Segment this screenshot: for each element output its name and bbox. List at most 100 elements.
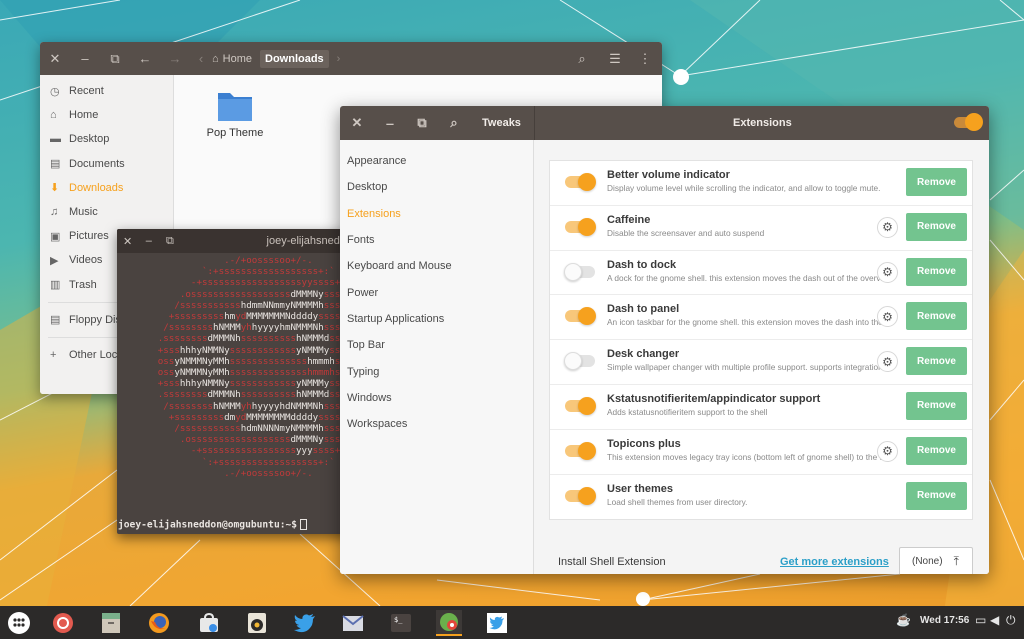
search-icon[interactable]: ⌕ <box>438 107 470 140</box>
back-arrow-icon[interactable]: ← <box>130 42 160 75</box>
nav-item[interactable]: Windows <box>340 385 533 411</box>
terminal-icon[interactable]: $_ <box>388 610 414 636</box>
remove-button[interactable]: Remove <box>906 436 967 465</box>
chrome-icon[interactable] <box>50 610 76 636</box>
volume-icon[interactable]: ◀ <box>990 613 999 627</box>
twitter-icon[interactable] <box>292 610 318 636</box>
extension-description: An icon taskbar for the gnome shell. thi… <box>607 317 892 328</box>
maximize-icon[interactable]: ⧉ <box>100 42 130 75</box>
extension-toggle[interactable] <box>565 307 596 326</box>
terminal-prompt[interactable]: joey-elijahsneddon@omgubuntu:~$ <box>118 519 308 531</box>
nav-item[interactable]: Appearance <box>340 148 533 174</box>
sidebar-item-label: Downloads <box>69 181 124 194</box>
minimize-icon[interactable]: ‒ <box>374 107 406 140</box>
software-store-icon[interactable] <box>196 610 222 636</box>
remove-button[interactable]: Remove <box>906 347 967 376</box>
extension-row: User themes Load shell themes from user d… <box>550 475 972 520</box>
search-icon[interactable]: ⌕ <box>567 42 597 75</box>
remove-button[interactable]: Remove <box>906 391 967 420</box>
desktop-folder-icon: ▬ <box>50 133 61 146</box>
weather-icon[interactable]: ☕ <box>896 613 911 627</box>
sidebar-item[interactable]: ⬇ Downloads <box>40 176 173 200</box>
minimize-icon[interactable]: ‒ <box>138 229 159 253</box>
apps-grid-icon[interactable] <box>6 610 32 636</box>
extension-row: Dash to dock A dock for the gnome shell. … <box>550 251 972 296</box>
power-icon[interactable]: ⏻ <box>1006 613 1016 628</box>
extension-toggle[interactable] <box>565 173 596 191</box>
breadcrumb-current[interactable]: Downloads <box>260 49 329 68</box>
extension-row: Dash to panel An icon taskbar for the gno… <box>550 295 972 341</box>
breadcrumb-right-icon[interactable]: › <box>337 53 341 65</box>
sidebar-item-label: Documents <box>69 157 125 170</box>
settings-gear-icon[interactable]: ⚙ <box>877 306 898 328</box>
remove-button[interactable]: Remove <box>906 302 967 331</box>
toggle-knob <box>578 217 596 236</box>
maximize-icon[interactable]: ⧉ <box>159 229 180 253</box>
screen-icon[interactable]: ▭ <box>975 613 986 627</box>
toggle-knob <box>564 262 582 281</box>
settings-gear-icon[interactable]: ⚙ <box>877 440 898 462</box>
breadcrumb-left-icon[interactable]: ‹ <box>190 42 212 75</box>
sidebar-item[interactable]: ▤ Documents <box>40 152 173 176</box>
extensions-master-toggle[interactable] <box>954 113 983 131</box>
menu-icon[interactable]: ⋮ <box>630 42 660 75</box>
tweaks-icon[interactable] <box>436 610 462 636</box>
extension-toggle[interactable] <box>565 396 596 415</box>
trash-icon: ▥ <box>50 279 61 292</box>
settings-gear-icon[interactable]: ⚙ <box>877 351 898 373</box>
clock[interactable]: Wed 17:56 <box>920 615 969 626</box>
nav-item[interactable]: Startup Applications <box>340 306 533 332</box>
floppy-icon: ▤ <box>50 314 61 327</box>
sidebar-item[interactable]: ◷ Recent <box>40 79 173 103</box>
breadcrumb-home[interactable]: Home <box>223 53 252 65</box>
toggle-knob <box>578 396 596 415</box>
nav-item[interactable]: Typing <box>340 358 533 384</box>
extension-name: Caffeine <box>607 213 651 226</box>
twitter-alt-icon[interactable] <box>484 610 510 636</box>
toggle-knob <box>578 486 596 505</box>
remove-button[interactable]: Remove <box>906 481 967 510</box>
forward-arrow-icon[interactable]: → <box>160 42 190 75</box>
nav-item[interactable]: Workspaces <box>340 411 533 437</box>
nav-item[interactable]: Fonts <box>340 227 533 253</box>
nav-item[interactable]: Keyboard and Mouse <box>340 253 533 279</box>
extension-description: Simple wallpaper changer with multiple p… <box>607 362 886 373</box>
install-file-chooser[interactable]: (None) ⤒ <box>899 547 973 574</box>
get-more-extensions-link[interactable]: Get more extensions <box>780 556 889 568</box>
firefox-icon[interactable] <box>146 610 172 636</box>
plus-icon: + <box>50 348 57 361</box>
sidebar-item[interactable]: ▬ Desktop <box>40 127 173 151</box>
extension-toggle[interactable] <box>565 486 596 505</box>
rhythmbox-icon[interactable] <box>244 610 270 636</box>
toggle-knob <box>564 352 582 371</box>
close-icon[interactable]: ✕ <box>40 42 70 75</box>
remove-button[interactable]: Remove <box>906 212 967 241</box>
sidebar-item[interactable]: ♫ Music <box>40 200 173 224</box>
files-icon[interactable] <box>98 610 124 636</box>
remove-button[interactable]: Remove <box>906 168 967 196</box>
minimize-icon[interactable]: ‒ <box>70 42 100 75</box>
nav-item[interactable]: Top Bar <box>340 332 533 358</box>
folder-item[interactable]: Pop Theme <box>191 87 279 139</box>
upload-icon: ⤒ <box>953 554 959 568</box>
nav-item[interactable]: Power <box>340 279 533 305</box>
settings-gear-icon[interactable]: ⚙ <box>877 261 898 283</box>
extension-toggle[interactable] <box>564 352 595 371</box>
nav-item[interactable]: Extensions <box>340 201 533 227</box>
extension-row: Topicons plus This extension moves legacy… <box>550 430 972 475</box>
music-icon: ♫ <box>50 206 59 219</box>
settings-gear-icon[interactable]: ⚙ <box>877 216 898 238</box>
close-icon[interactable]: ✕ <box>117 229 138 253</box>
extension-toggle[interactable] <box>565 217 596 236</box>
mail-icon[interactable] <box>340 610 366 636</box>
sidebar-item[interactable]: ⌂ Home <box>40 103 173 127</box>
nav-item[interactable]: Desktop <box>340 174 533 200</box>
extension-toggle[interactable] <box>565 441 596 460</box>
extension-toggle[interactable] <box>564 262 595 281</box>
remove-button[interactable]: Remove <box>906 257 967 286</box>
close-icon[interactable]: ✕ <box>340 107 374 140</box>
sidebar-item-label: Music <box>69 206 98 219</box>
files-headerbar: ✕ ‒ ⧉ ← → ‹ ⌂ Home Downloads › ⌕ ☰ ⋮ <box>40 42 662 75</box>
list-view-icon[interactable]: ☰ <box>600 42 630 75</box>
maximize-icon[interactable]: ⧉ <box>406 107 438 140</box>
